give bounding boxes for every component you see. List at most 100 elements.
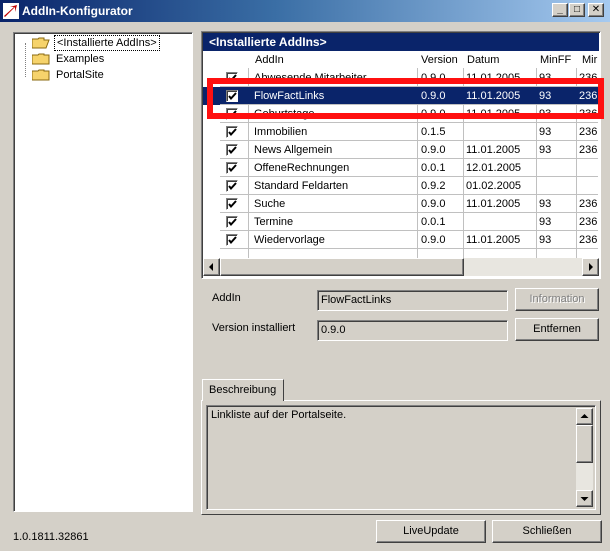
minimize-button[interactable]: _ xyxy=(552,3,568,17)
cell-minff: 93 xyxy=(539,234,552,246)
cell-addin: Suche xyxy=(254,198,286,210)
table-row[interactable]: Standard Feldarten 0.9.2 01.02.2005 xyxy=(203,177,599,195)
description-tab-page: Linkliste auf der Portalseite. xyxy=(201,400,601,515)
folder-icon xyxy=(32,53,50,65)
version-installed-field[interactable]: 0.9.0 xyxy=(317,320,508,341)
cell-version: 0.1.5 xyxy=(421,126,446,138)
cell-minff xyxy=(539,177,575,195)
cell-mir: 236 xyxy=(579,216,598,228)
addin-tree[interactable]: <Installierte AddIns> Examples PortalSit… xyxy=(13,32,193,512)
column-header-minff[interactable]: MinFF xyxy=(540,52,571,68)
cell-date xyxy=(466,213,536,231)
cell-date: 12.01.2005 xyxy=(466,162,522,174)
enable-checkbox[interactable] xyxy=(226,180,238,192)
table-row[interactable]: News Allgemein 0.9.0 11.01.2005 93 236 xyxy=(203,141,599,159)
arrow-left-icon xyxy=(209,263,213,271)
cell-mir: 236 xyxy=(579,144,598,156)
scroll-left-button[interactable] xyxy=(203,258,220,276)
arrow-right-icon xyxy=(589,263,593,271)
table-row[interactable]: Wiedervorlage 0.9.0 11.01.2005 93 236 xyxy=(203,231,599,249)
scroll-right-button[interactable] xyxy=(582,258,599,276)
cell-minff: 93 xyxy=(539,126,552,138)
maximize-button[interactable]: □ xyxy=(569,3,585,17)
checkmark-icon xyxy=(228,236,237,245)
close-button[interactable]: ✕ xyxy=(588,3,604,17)
enable-checkbox[interactable] xyxy=(226,216,238,228)
cell-addin: Wiedervorlage xyxy=(254,234,325,246)
tree-item-label: Examples xyxy=(56,53,105,65)
table-row[interactable]: Suche 0.9.0 11.01.2005 93 236 xyxy=(203,195,599,213)
table-row[interactable]: Immobilien 0.1.5 93 236 xyxy=(203,123,599,141)
scrollbar-thumb[interactable] xyxy=(576,425,593,463)
cell-addin: Standard Feldarten xyxy=(254,180,349,192)
liveupdate-button[interactable]: LiveUpdate xyxy=(376,520,486,543)
scroll-up-button[interactable] xyxy=(576,408,593,425)
app-arrow-icon xyxy=(3,3,19,19)
checkmark-icon xyxy=(228,218,237,227)
scroll-down-button[interactable] xyxy=(576,490,593,507)
remove-button[interactable]: Entfernen xyxy=(515,318,599,341)
cell-addin: Termine xyxy=(254,216,294,228)
cell-version: 0.0.1 xyxy=(421,216,446,228)
scrollbar-thumb[interactable] xyxy=(220,258,464,276)
cell-addin: News Allgemein xyxy=(254,144,333,156)
vertical-scrollbar[interactable] xyxy=(576,408,593,507)
column-header-mir[interactable]: Mir xyxy=(582,52,597,68)
list-title: <Installierte AddIns> xyxy=(203,33,599,51)
cell-mir: 236 xyxy=(579,198,598,210)
close-dialog-button[interactable]: Schließen xyxy=(492,520,602,543)
annotation-highlight-box xyxy=(207,78,604,119)
tree-item-label: <Installierte AddIns> xyxy=(54,35,160,51)
table-row[interactable]: Termine 0.0.1 93 236 xyxy=(203,213,599,231)
title-bar[interactable]: AddIn-Konfigurator _ □ ✕ xyxy=(0,0,610,22)
enable-checkbox[interactable] xyxy=(226,162,238,174)
enable-checkbox[interactable] xyxy=(226,126,238,138)
checkmark-icon xyxy=(228,164,237,173)
description-text: Linkliste auf der Portalseite. xyxy=(211,409,347,421)
enable-checkbox[interactable] xyxy=(226,198,238,210)
addin-name-field[interactable]: FlowFactLinks xyxy=(317,290,508,311)
cell-version: 0.9.0 xyxy=(421,234,446,246)
cell-version: 0.9.0 xyxy=(421,198,446,210)
cell-mir xyxy=(579,177,600,195)
addin-list[interactable]: <Installierte AddIns> AddIn Version Datu… xyxy=(201,31,601,279)
window-title: AddIn-Konfigurator xyxy=(22,4,133,18)
cell-minff: 93 xyxy=(539,144,552,156)
cell-minff: 93 xyxy=(539,216,552,228)
cell-mir: 236 xyxy=(579,126,598,138)
cell-version: 0.9.2 xyxy=(421,180,446,192)
cell-date: 11.01.2005 xyxy=(466,198,521,210)
column-header-version[interactable]: Version xyxy=(421,52,458,68)
arrow-up-icon xyxy=(580,414,589,418)
column-header-addin[interactable]: AddIn xyxy=(255,52,284,68)
tree-item-label: PortalSite xyxy=(56,69,104,81)
cell-minff xyxy=(539,159,575,177)
cell-date: 11.01.2005 xyxy=(466,234,521,246)
horizontal-scrollbar[interactable] xyxy=(203,258,599,276)
cell-version: 0.0.1 xyxy=(421,162,446,174)
checkmark-icon xyxy=(228,200,237,209)
app-version: 1.0.1811.32861 xyxy=(13,531,89,543)
cell-version: 0.9.0 xyxy=(421,144,446,156)
cell-addin: OffeneRechnungen xyxy=(254,162,350,174)
enable-checkbox[interactable] xyxy=(226,234,238,246)
addin-label: AddIn xyxy=(212,292,241,304)
grid-divider xyxy=(220,248,598,249)
version-installed-label: Version installiert xyxy=(212,322,296,334)
table-row[interactable]: OffeneRechnungen 0.0.1 12.01.2005 xyxy=(203,159,599,177)
column-header-date[interactable]: Datum xyxy=(467,52,499,68)
checkmark-icon xyxy=(228,146,237,155)
cell-date xyxy=(466,123,536,141)
enable-checkbox[interactable] xyxy=(226,144,238,156)
tree-connector xyxy=(25,43,26,77)
checkmark-icon xyxy=(228,182,237,191)
tab-description[interactable]: Beschreibung xyxy=(202,379,284,401)
cell-minff: 93 xyxy=(539,198,552,210)
addin-configurator-window: AddIn-Konfigurator _ □ ✕ <Installierte A… xyxy=(0,0,610,551)
cell-date: 01.02.2005 xyxy=(466,180,522,192)
cell-mir: 236 xyxy=(579,234,598,246)
information-button[interactable]: Information xyxy=(515,288,599,311)
arrow-down-icon xyxy=(580,497,589,501)
description-text-area[interactable]: Linkliste auf der Portalseite. xyxy=(206,405,596,510)
cell-date: 11.01.2005 xyxy=(466,144,521,156)
